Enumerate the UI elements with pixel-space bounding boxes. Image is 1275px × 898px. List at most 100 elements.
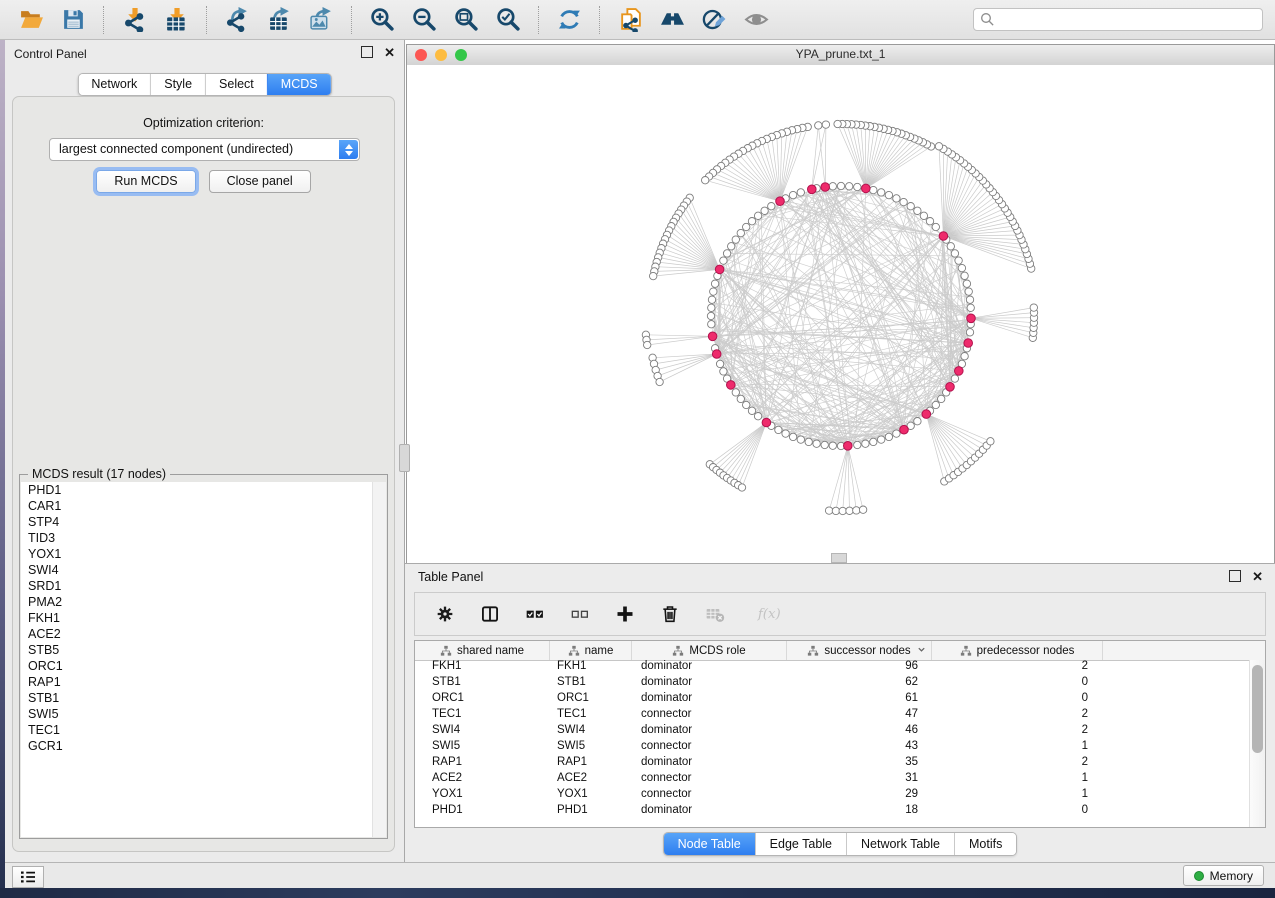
network-node[interactable] [935, 143, 942, 150]
network-node[interactable] [797, 189, 804, 196]
hide-all-columns-icon[interactable] [570, 603, 590, 625]
table-row[interactable]: ORC1ORC1dominator610 [415, 692, 1250, 708]
tab-motifs[interactable]: Motifs [954, 833, 1016, 855]
mcds-result-item[interactable]: RAP1 [21, 674, 373, 690]
zoom-out-icon[interactable] [410, 6, 438, 34]
network-node[interactable] [859, 506, 866, 513]
table-row[interactable]: SWI4SWI4dominator462 [415, 724, 1250, 740]
network-node[interactable] [987, 438, 994, 445]
close-panel-button[interactable]: Close panel [209, 170, 311, 193]
refresh-icon[interactable] [555, 6, 583, 34]
mcds-hub-node[interactable] [900, 425, 909, 434]
show-panels-menu-button[interactable] [12, 866, 44, 888]
settings-icon[interactable] [435, 603, 455, 625]
network-node[interactable] [644, 341, 651, 348]
mcds-result-item[interactable]: TEC1 [21, 722, 373, 738]
table-row[interactable]: FKH1FKH1dominator962 [415, 660, 1250, 676]
network-node[interactable] [1030, 304, 1037, 311]
network-node[interactable] [743, 223, 750, 230]
tab-mcds[interactable]: MCDS [267, 74, 331, 95]
network-node[interactable] [805, 438, 812, 445]
network-node[interactable] [862, 440, 869, 447]
split-panel-icon[interactable] [480, 603, 500, 625]
mcds-hub-node[interactable] [862, 184, 871, 193]
mcds-hub-node[interactable] [762, 418, 771, 427]
search-input[interactable] [973, 8, 1263, 31]
network-node[interactable] [951, 375, 958, 382]
column-header-name[interactable]: name [550, 641, 632, 660]
mcds-result-item[interactable]: GCR1 [21, 738, 373, 754]
network-node[interactable] [711, 280, 718, 287]
mcds-hub-node[interactable] [712, 350, 721, 359]
zoom-selected-icon[interactable] [494, 6, 522, 34]
network-node[interactable] [737, 395, 744, 402]
network-node[interactable] [893, 430, 900, 437]
mcds-result-item[interactable]: PMA2 [21, 594, 373, 610]
mcds-hub-node[interactable] [776, 197, 785, 206]
network-node[interactable] [938, 395, 945, 402]
clone-network-icon[interactable] [616, 6, 644, 34]
float-panel-icon[interactable] [361, 46, 373, 58]
window-minimize-icon[interactable] [435, 49, 447, 61]
network-node[interactable] [870, 438, 877, 445]
mcds-hub-node[interactable] [955, 367, 964, 376]
network-node[interactable] [815, 122, 822, 129]
mcds-hub-node[interactable] [939, 232, 948, 241]
window-close-icon[interactable] [415, 49, 427, 61]
network-node[interactable] [885, 433, 892, 440]
tab-style[interactable]: Style [150, 74, 205, 95]
open-file-icon[interactable] [17, 6, 45, 34]
mcds-result-item[interactable]: SWI5 [21, 706, 373, 722]
result-list-scrollbar[interactable] [372, 482, 386, 837]
network-node[interactable] [932, 401, 939, 408]
network-node[interactable] [789, 191, 796, 198]
network-node[interactable] [716, 360, 723, 367]
column-header-shared-name[interactable]: shared name [415, 641, 550, 660]
network-node[interactable] [708, 321, 715, 328]
create-column-icon[interactable] [615, 603, 635, 625]
table-row[interactable]: TEC1TEC1connector472 [415, 708, 1250, 724]
network-node[interactable] [748, 407, 755, 414]
mcds-result-item[interactable]: ORC1 [21, 658, 373, 674]
memory-button[interactable]: Memory [1183, 865, 1264, 886]
show-all-columns-icon[interactable] [525, 603, 545, 625]
network-node[interactable] [738, 484, 745, 491]
network-node[interactable] [837, 182, 844, 189]
horizontal-splitter-handle[interactable] [831, 553, 847, 563]
mcds-result-item[interactable]: CAR1 [21, 498, 373, 514]
network-node[interactable] [914, 207, 921, 214]
optimization-criterion-select[interactable]: largest connected component (undirected) [49, 138, 360, 161]
network-node[interactable] [966, 329, 973, 336]
network-node[interactable] [708, 296, 715, 303]
mcds-result-item[interactable]: STB1 [21, 690, 373, 706]
zoom-in-icon[interactable] [368, 6, 396, 34]
network-node[interactable] [829, 183, 836, 190]
network-node[interactable] [900, 198, 907, 205]
mcds-hub-node[interactable] [844, 442, 853, 451]
network-node[interactable] [775, 426, 782, 433]
table-row[interactable]: PHD1PHD1dominator180 [415, 804, 1250, 820]
mcds-hub-node[interactable] [727, 381, 736, 390]
table-row[interactable]: RAP1RAP1dominator352 [415, 756, 1250, 772]
network-node[interactable] [965, 288, 972, 295]
network-graph[interactable] [407, 65, 1274, 563]
network-node[interactable] [967, 304, 974, 311]
tab-network-table[interactable]: Network Table [846, 833, 954, 855]
close-panel-icon[interactable]: ✕ [384, 47, 395, 58]
show-details-icon[interactable] [742, 6, 770, 34]
mcds-hub-node[interactable] [708, 332, 717, 341]
network-node[interactable] [822, 121, 829, 128]
network-node[interactable] [951, 250, 958, 257]
network-node[interactable] [710, 288, 717, 295]
close-table-panel-icon[interactable]: ✕ [1252, 571, 1263, 582]
mcds-result-item[interactable]: STP4 [21, 514, 373, 530]
network-node[interactable] [958, 264, 965, 271]
network-node[interactable] [854, 183, 861, 190]
network-node[interactable] [754, 212, 761, 219]
network-node[interactable] [839, 507, 846, 514]
network-node[interactable] [743, 401, 750, 408]
mcds-result-item[interactable]: SWI4 [21, 562, 373, 578]
import-table-icon[interactable] [162, 6, 190, 34]
network-node[interactable] [870, 186, 877, 193]
mcds-result-item[interactable]: TID3 [21, 530, 373, 546]
